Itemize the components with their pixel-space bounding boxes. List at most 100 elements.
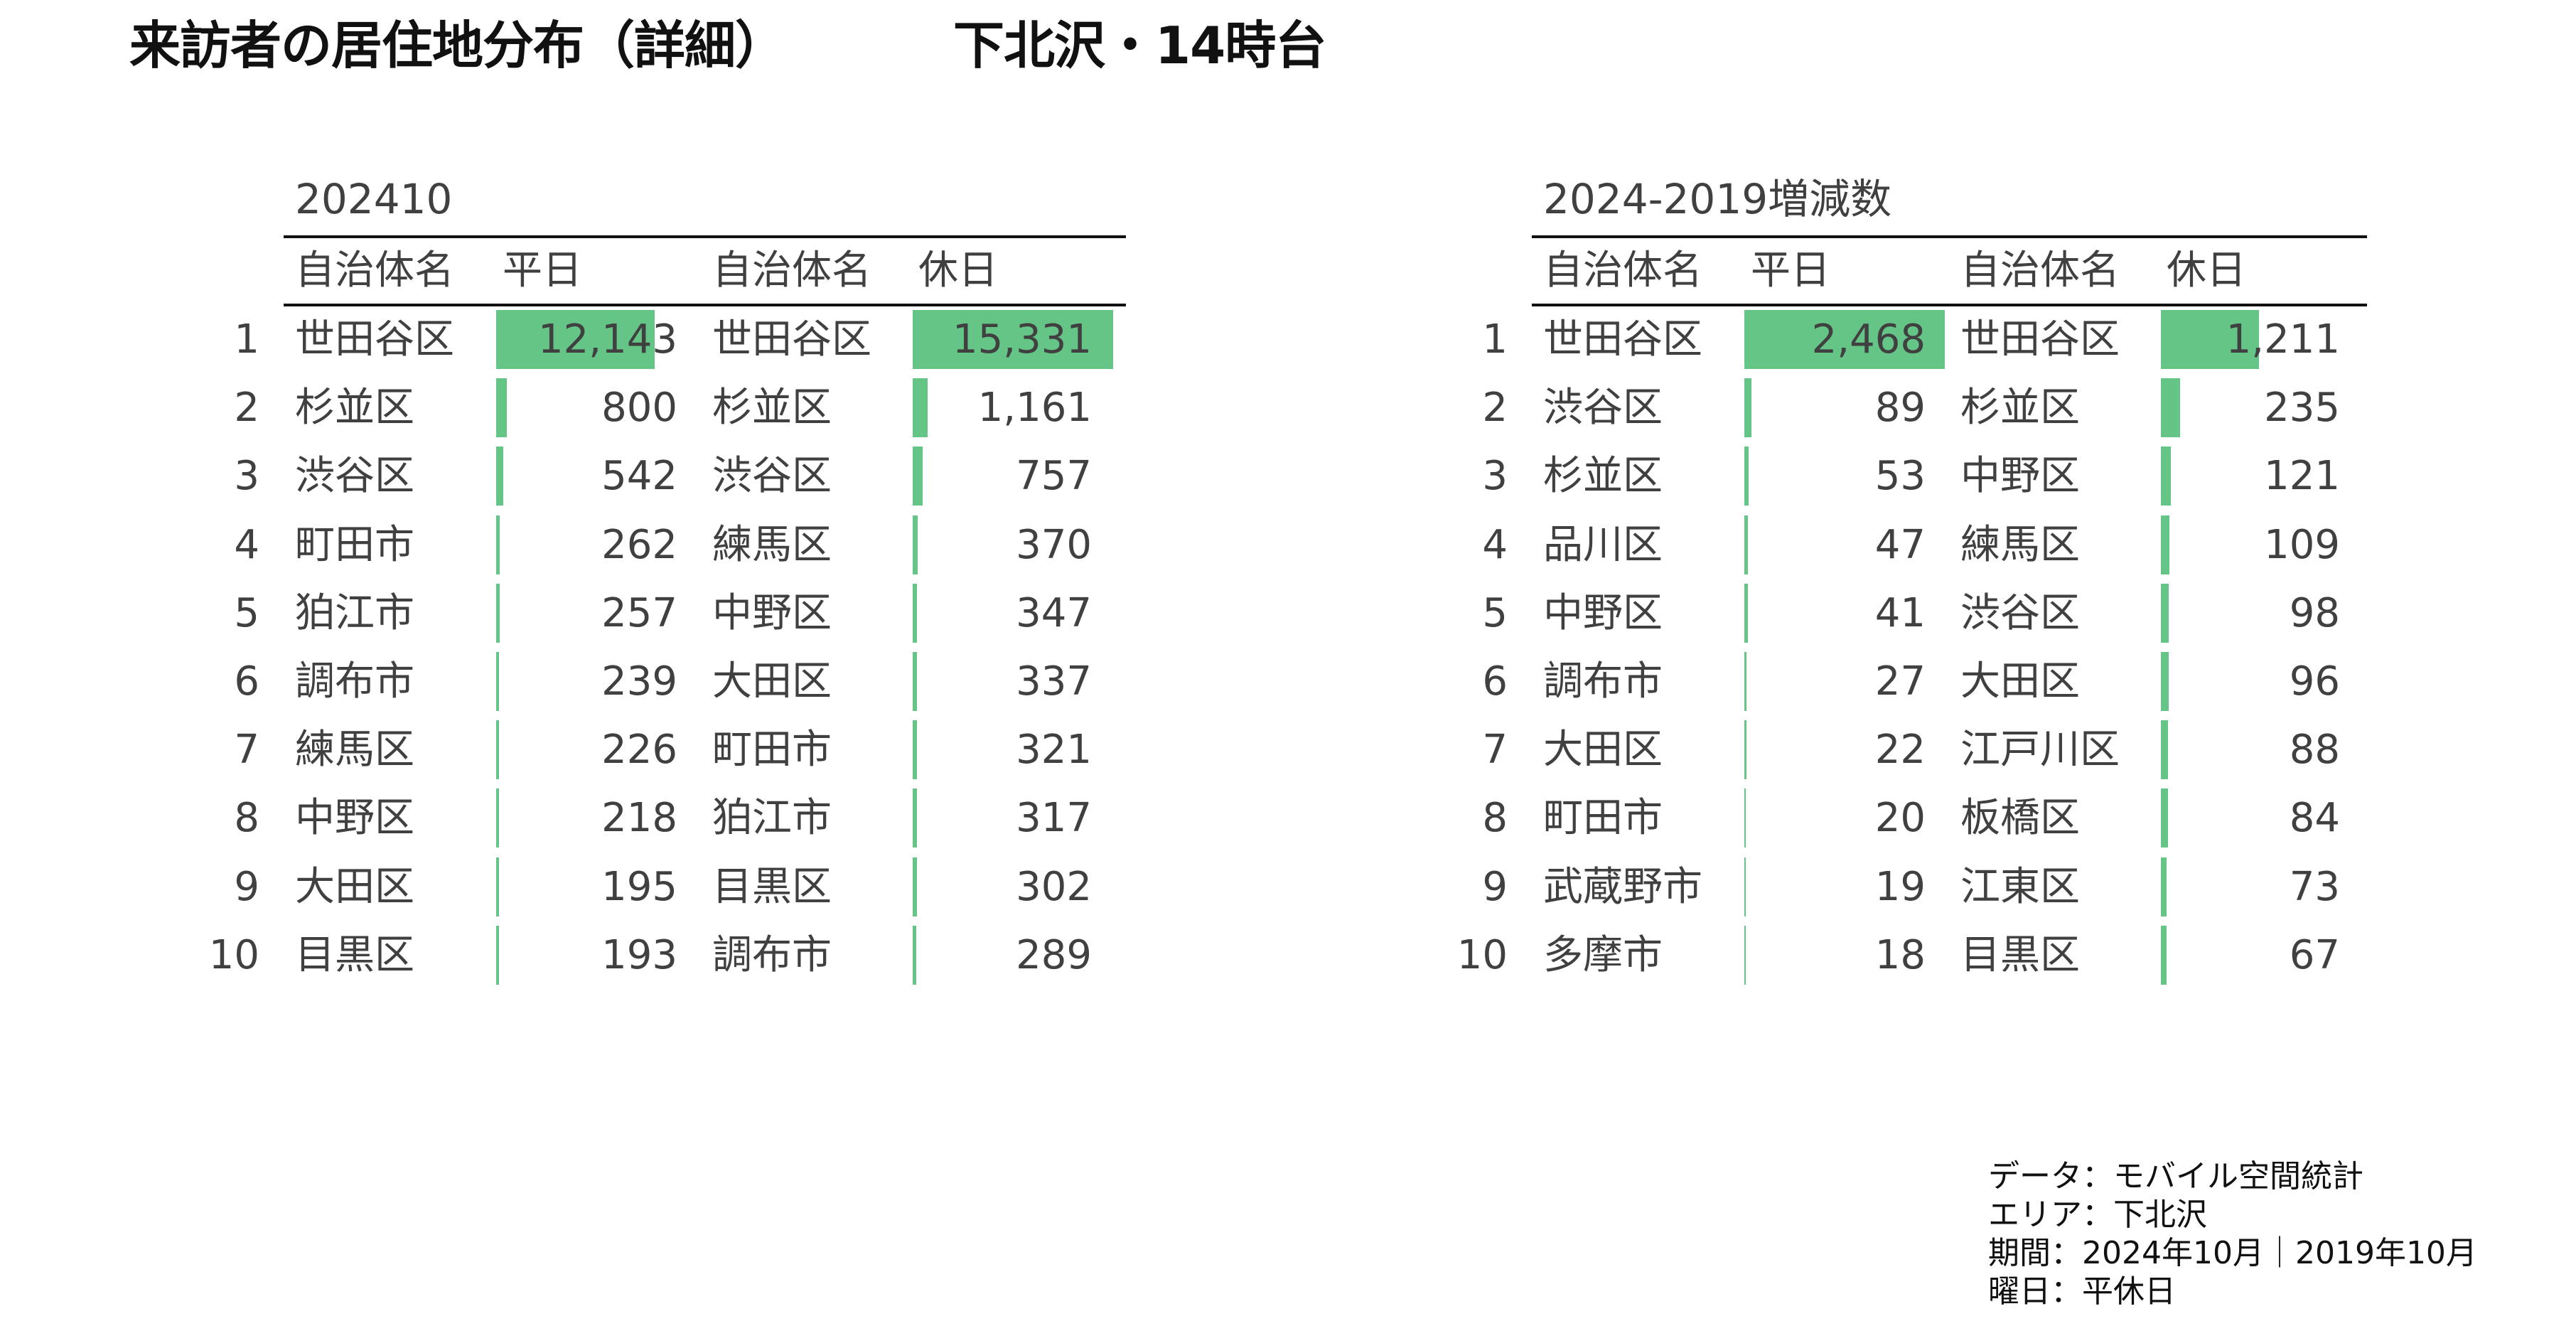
table-row: 5 狛江市 257 中野区 347 (0, 583, 1137, 643)
municipality-weekday: 練馬区 (295, 727, 414, 774)
value-holiday: 289 (1016, 931, 1092, 978)
value-holiday: 98 (2289, 589, 2340, 636)
municipality-weekday: 世田谷区 (1543, 316, 1702, 363)
column-header-holiday: 休日 (2167, 247, 2246, 294)
municipality-holiday: 世田谷区 (712, 316, 871, 363)
column-header-weekday: 平日 (1751, 247, 1830, 294)
column-header-name-weekday: 自治体名 (1543, 247, 1702, 294)
municipality-holiday: 杉並区 (712, 385, 832, 432)
value-holiday: 67 (2289, 931, 2340, 978)
value-holiday: 73 (2289, 863, 2340, 910)
source-notes: データ：モバイル空間統計 エリア：下北沢 期間：2024年10月｜2019年10… (1988, 1157, 2477, 1311)
municipality-weekday: 品川区 (1543, 521, 1663, 568)
rank-number: 9 (234, 863, 259, 910)
table-row: 9 武蔵野市 19 江東区 73 (1248, 857, 2386, 916)
value-holiday: 347 (1016, 589, 1092, 636)
municipality-holiday: 練馬区 (712, 521, 832, 568)
municipality-holiday: 大田区 (712, 658, 832, 705)
municipality-weekday: 渋谷区 (295, 453, 414, 500)
value-holiday: 1,161 (977, 385, 1092, 432)
table-row: 3 杉並区 53 中野区 121 (1248, 447, 2386, 506)
table-row: 2 渋谷区 89 杉並区 235 (1248, 378, 2386, 438)
value-weekday: 257 (601, 589, 677, 636)
table-title: 202410 (295, 175, 453, 223)
municipality-holiday: 江東区 (1960, 863, 2080, 910)
municipality-weekday: 渋谷区 (1543, 385, 1663, 432)
value-weekday: 195 (601, 863, 677, 910)
rank-number: 1 (1482, 316, 1508, 363)
municipality-weekday: 調布市 (295, 658, 414, 705)
column-header-name-weekday: 自治体名 (295, 247, 454, 294)
municipality-weekday: 多摩市 (1543, 931, 1663, 978)
note-day-type: 曜日：平休日 (1988, 1273, 2176, 1310)
municipality-holiday: 目黒区 (712, 863, 832, 910)
rank-number: 6 (1482, 658, 1508, 705)
value-holiday: 302 (1016, 863, 1092, 910)
table-row: 8 中野区 218 狛江市 317 (0, 788, 1137, 848)
value-holiday: 321 (1016, 727, 1092, 774)
table-row: 6 調布市 239 大田区 337 (0, 652, 1137, 711)
municipality-weekday: 中野区 (1543, 589, 1663, 636)
rank-number: 8 (1482, 795, 1508, 842)
rank-number: 4 (234, 521, 259, 568)
value-weekday: 226 (601, 727, 677, 774)
column-header-weekday: 平日 (503, 247, 582, 294)
rank-number: 2 (234, 385, 259, 432)
rank-number: 6 (234, 658, 259, 705)
municipality-weekday: 狛江市 (295, 589, 414, 636)
rank-number: 9 (1482, 863, 1508, 910)
header-bottom-rule (1532, 304, 2367, 306)
value-weekday: 47 (1874, 521, 1926, 568)
value-weekday: 542 (601, 453, 677, 500)
municipality-weekday: 世田谷区 (295, 316, 454, 363)
table-row: 10 目黒区 193 調布市 289 (0, 925, 1137, 985)
table-2024-2019-change: 2024-2019増減数 自治体名 平日 自治体名 休日 1 世田谷区 2,468 世… (1248, 0, 2386, 995)
column-header-name-holiday: 自治体名 (712, 247, 871, 294)
municipality-holiday: 杉並区 (1960, 385, 2080, 432)
value-weekday: 12,143 (538, 316, 677, 363)
header-bottom-rule (284, 304, 1126, 306)
table-row: 1 世田谷区 12,143 世田谷区 15,331 (0, 310, 1137, 369)
table-row: 5 中野区 41 渋谷区 98 (1248, 583, 2386, 643)
municipality-holiday: 調布市 (712, 931, 832, 978)
value-weekday: 20 (1874, 795, 1926, 842)
rank-number: 4 (1482, 521, 1508, 568)
rank-number: 5 (234, 589, 259, 636)
municipality-weekday: 目黒区 (295, 931, 414, 978)
value-holiday: 337 (1016, 658, 1092, 705)
rank-number: 3 (1482, 453, 1508, 500)
municipality-holiday: 江戸川区 (1960, 727, 2120, 774)
value-holiday: 15,331 (952, 316, 1092, 363)
table-title: 2024-2019増減数 (1543, 175, 1892, 223)
value-weekday: 53 (1874, 453, 1926, 500)
value-weekday: 22 (1874, 727, 1926, 774)
table-row: 7 練馬区 226 町田市 321 (0, 720, 1137, 780)
value-weekday: 262 (601, 521, 677, 568)
column-header-holiday: 休日 (918, 247, 998, 294)
value-holiday: 96 (2289, 658, 2340, 705)
value-holiday: 84 (2289, 795, 2340, 842)
municipality-holiday: 狛江市 (712, 795, 832, 842)
value-holiday: 757 (1016, 453, 1092, 500)
value-holiday: 109 (2264, 521, 2340, 568)
value-weekday: 18 (1874, 931, 1926, 978)
table-row: 1 世田谷区 2,468 世田谷区 1,211 (1248, 310, 2386, 369)
value-holiday: 370 (1016, 521, 1092, 568)
table-2024-10: 202410 自治体名 平日 自治体名 休日 1 世田谷区 12,143 世田谷区 15… (0, 0, 1137, 995)
value-weekday: 218 (601, 795, 677, 842)
value-weekday: 2,468 (1811, 316, 1926, 363)
header-top-rule (284, 235, 1126, 238)
note-period: 期間：2024年10月｜2019年10月 (1988, 1235, 2477, 1271)
municipality-weekday: 杉並区 (1543, 453, 1663, 500)
value-weekday: 193 (601, 931, 677, 978)
rank-number: 7 (1482, 727, 1508, 774)
table-row: 9 大田区 195 目黒区 302 (0, 857, 1137, 916)
municipality-holiday: 渋谷区 (1960, 589, 2080, 636)
value-weekday: 41 (1874, 589, 1926, 636)
value-weekday: 27 (1874, 658, 1926, 705)
rank-number: 1 (234, 316, 259, 363)
value-holiday: 235 (2264, 385, 2340, 432)
municipality-holiday: 目黒区 (1960, 931, 2080, 978)
rank-number: 5 (1482, 589, 1508, 636)
table-row: 4 品川区 47 練馬区 109 (1248, 515, 2386, 574)
